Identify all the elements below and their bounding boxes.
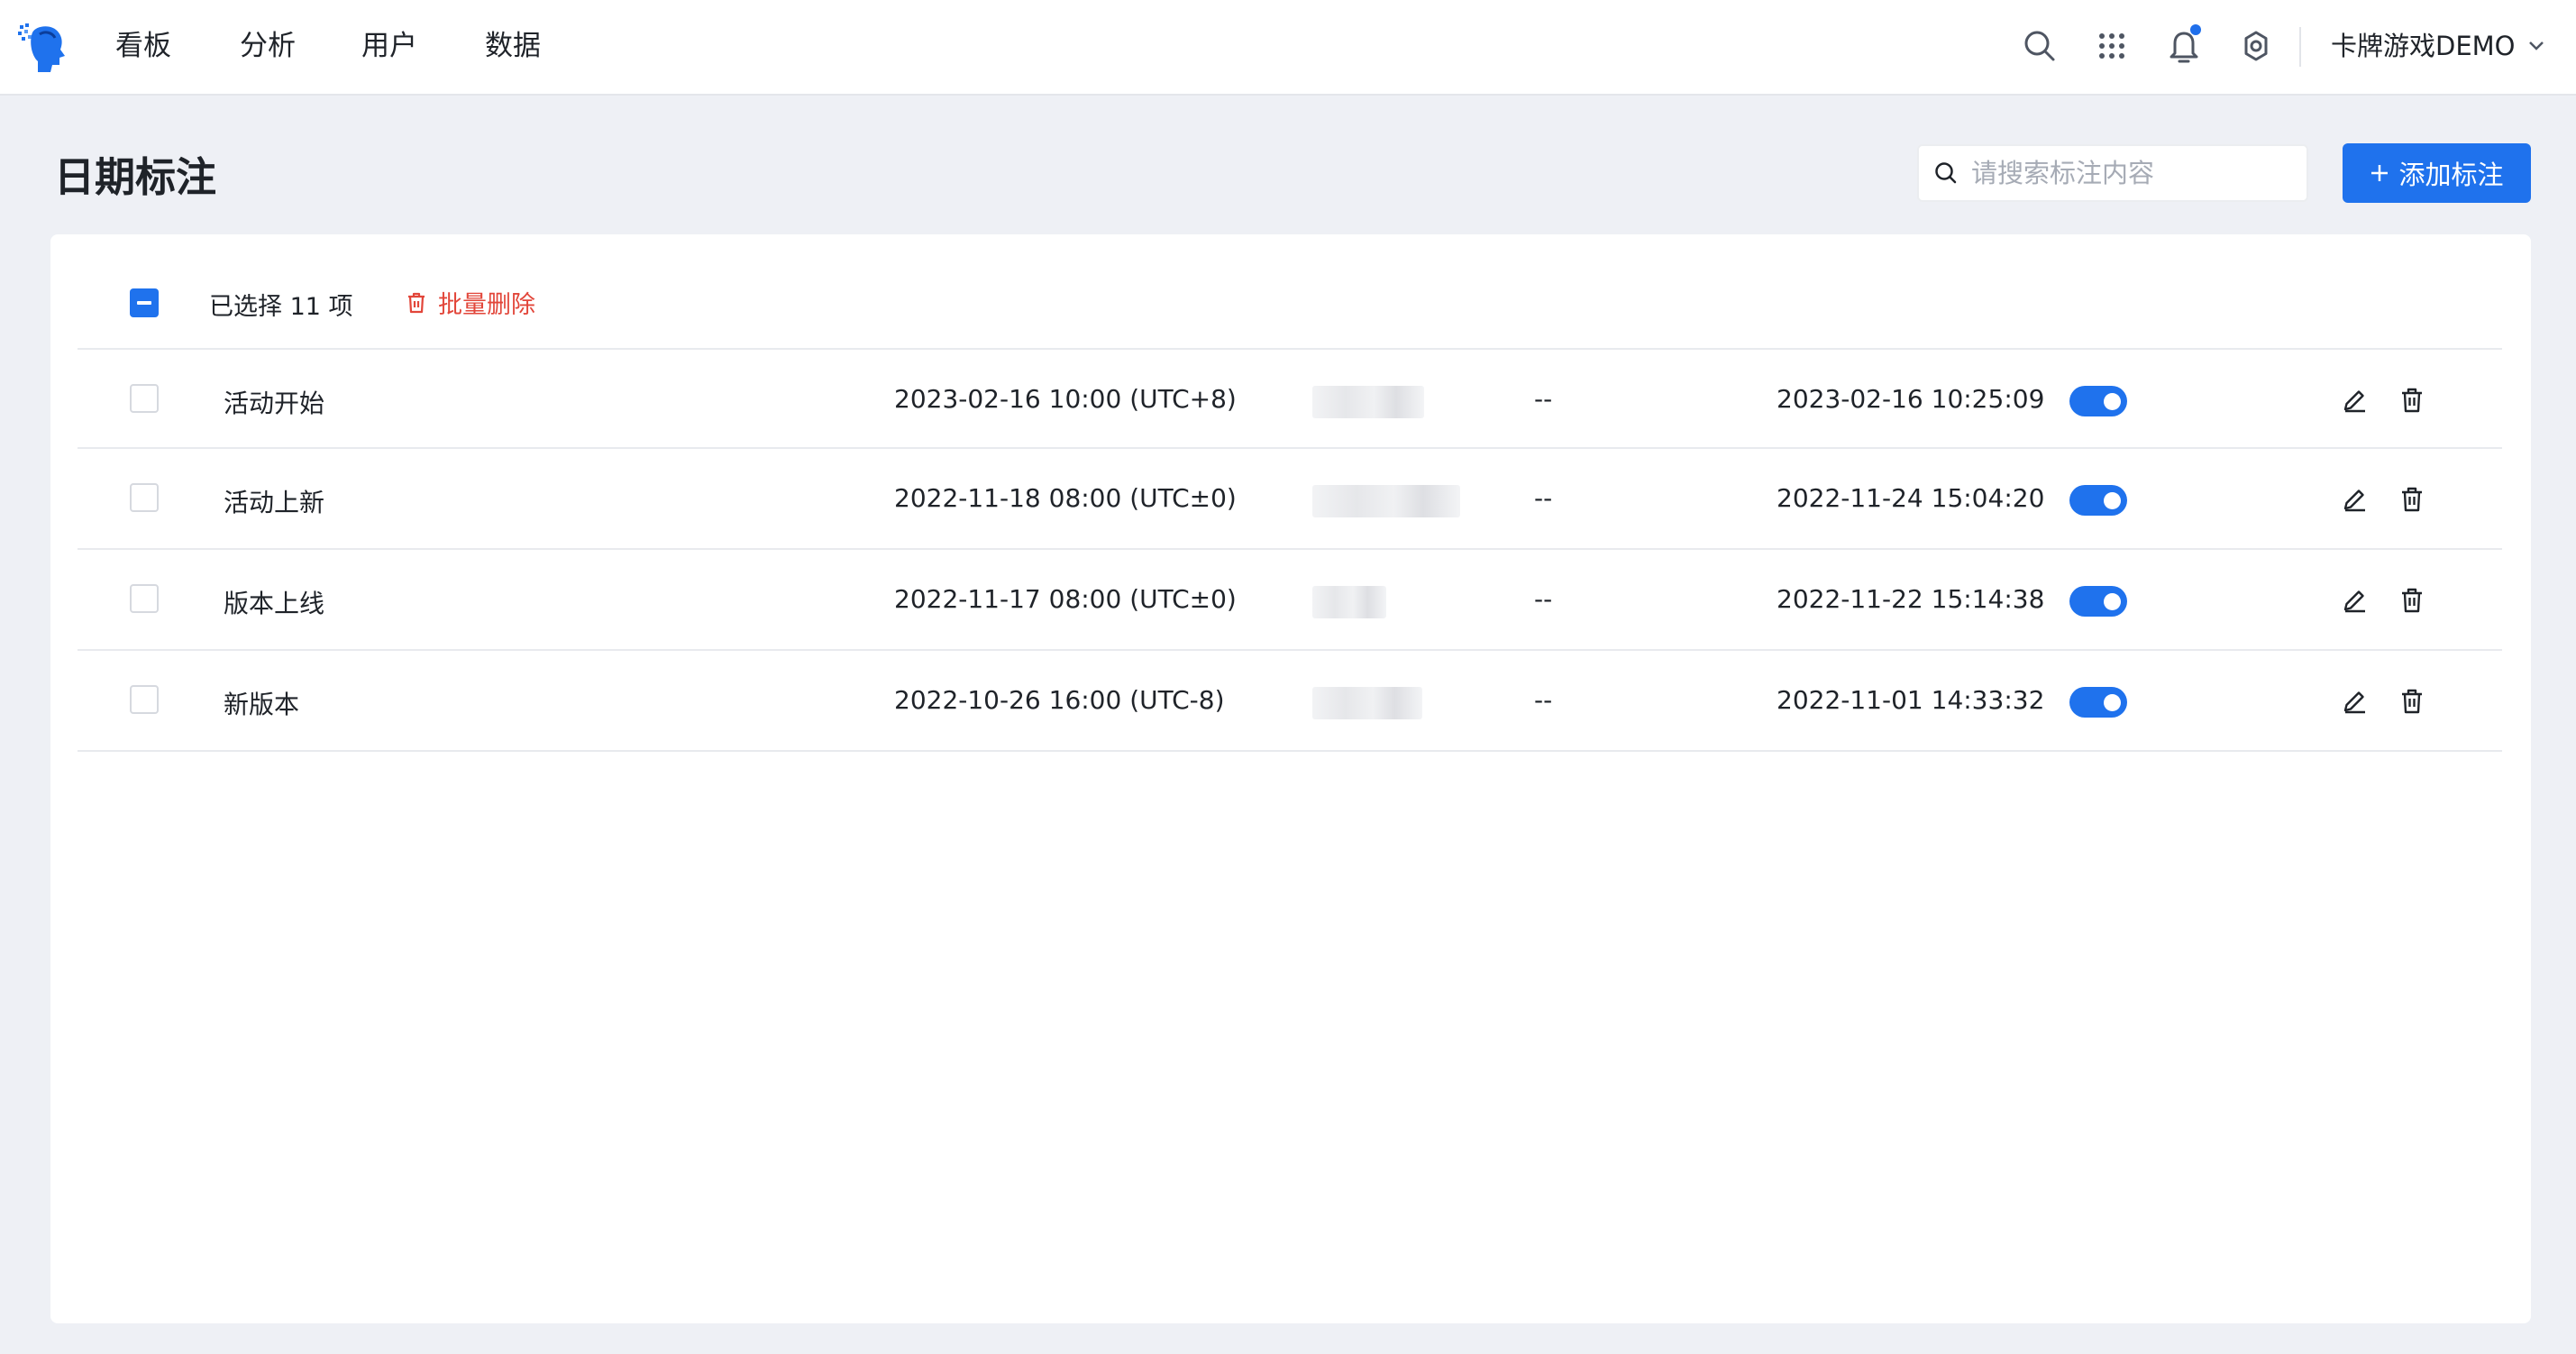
table-row: 活动上新 2022-11-18 08:00 (UTC±0) -- 2022-11… bbox=[78, 449, 2502, 548]
row-checkbox[interactable] bbox=[130, 685, 159, 714]
annotation-name: 版本上线 bbox=[224, 589, 325, 618]
add-annotation-button[interactable]: 添加标注 bbox=[2343, 143, 2531, 203]
edit-icon[interactable] bbox=[2336, 481, 2372, 517]
annotation-description: -- bbox=[1534, 685, 1553, 715]
annotation-description: -- bbox=[1534, 584, 1553, 614]
row-checkbox[interactable] bbox=[130, 584, 159, 613]
edit-icon[interactable] bbox=[2336, 683, 2372, 719]
gear-icon[interactable] bbox=[2235, 25, 2277, 67]
divider bbox=[78, 750, 2502, 752]
annotation-updated-time: 2023-02-16 10:25:09 bbox=[1777, 384, 2045, 414]
annotation-date: 2022-10-26 16:00 (UTC-8) bbox=[894, 685, 1225, 715]
page-title: 日期标注 bbox=[54, 153, 217, 201]
project-switcher[interactable]: 卡牌游戏DEMO bbox=[2331, 25, 2544, 67]
bulk-delete-label: 批量删除 bbox=[438, 291, 535, 319]
redacted-creator bbox=[1312, 386, 1424, 418]
enabled-toggle[interactable] bbox=[2069, 687, 2127, 718]
annotation-name: 新版本 bbox=[224, 690, 300, 719]
notification-dot bbox=[2190, 24, 2201, 35]
annotation-description: -- bbox=[1534, 483, 1553, 513]
project-name: 卡牌游戏DEMO bbox=[2331, 31, 2516, 61]
chevron-down-icon bbox=[2528, 41, 2544, 50]
selection-count: 已选择 11 项 bbox=[209, 293, 353, 321]
table-row: 版本上线 2022-11-17 08:00 (UTC±0) -- 2022-11… bbox=[78, 550, 2502, 649]
bell-icon[interactable] bbox=[2163, 24, 2205, 67]
search-icon bbox=[1935, 162, 1957, 184]
table-row: 活动开始 2023-02-16 10:00 (UTC+8) -- 2023-02… bbox=[78, 350, 2502, 449]
search-input[interactable] bbox=[1971, 158, 2296, 188]
redacted-creator bbox=[1312, 485, 1460, 517]
table-row: 新版本 2022-10-26 16:00 (UTC-8) -- 2022-11-… bbox=[78, 651, 2502, 750]
search-icon[interactable] bbox=[2019, 25, 2060, 67]
nav-item-data[interactable]: 数据 bbox=[485, 25, 541, 67]
annotation-updated-time: 2022-11-24 15:04:20 bbox=[1777, 483, 2045, 513]
delete-icon[interactable] bbox=[2394, 582, 2430, 618]
redacted-creator bbox=[1312, 586, 1386, 618]
redacted-creator bbox=[1312, 687, 1422, 719]
annotation-name: 活动开始 bbox=[224, 389, 325, 418]
bulk-delete-button[interactable]: 批量删除 bbox=[406, 285, 535, 320]
annotation-table-card: 已选择 11 项 批量删除 活动开始 2023-02-16 10:00 (UTC… bbox=[50, 234, 2531, 1323]
edit-icon[interactable] bbox=[2336, 582, 2372, 618]
row-checkbox[interactable] bbox=[130, 483, 159, 512]
nav-item-analysis[interactable]: 分析 bbox=[240, 25, 296, 67]
enabled-toggle[interactable] bbox=[2069, 386, 2127, 416]
plus-icon bbox=[2371, 165, 2389, 181]
nav-divider bbox=[2299, 27, 2301, 67]
nav-item-dashboard[interactable]: 看板 bbox=[115, 25, 171, 67]
annotation-name: 活动上新 bbox=[224, 488, 325, 517]
annotation-description: -- bbox=[1534, 384, 1553, 414]
enabled-toggle[interactable] bbox=[2069, 586, 2127, 617]
apps-grid-icon[interactable] bbox=[2091, 25, 2133, 67]
logo-icon[interactable] bbox=[16, 20, 70, 74]
annotation-updated-time: 2022-11-22 15:14:38 bbox=[1777, 584, 2045, 614]
edit-icon[interactable] bbox=[2336, 382, 2372, 418]
select-all-checkbox[interactable] bbox=[130, 288, 159, 317]
delete-icon[interactable] bbox=[2394, 683, 2430, 719]
search-box[interactable] bbox=[1917, 144, 2308, 202]
selection-bar: 已选择 11 项 批量删除 bbox=[50, 234, 2531, 350]
nav-item-users[interactable]: 用户 bbox=[361, 25, 417, 67]
add-annotation-label: 添加标注 bbox=[2398, 160, 2504, 190]
trash-icon bbox=[408, 292, 425, 313]
annotation-date: 2023-02-16 10:00 (UTC+8) bbox=[894, 384, 1237, 414]
annotation-date: 2022-11-18 08:00 (UTC±0) bbox=[894, 483, 1237, 513]
row-checkbox[interactable] bbox=[130, 384, 159, 413]
annotation-date: 2022-11-17 08:00 (UTC±0) bbox=[894, 584, 1237, 614]
top-navbar: 看板 分析 用户 数据 卡牌游戏DEMO bbox=[0, 0, 2576, 96]
enabled-toggle[interactable] bbox=[2069, 485, 2127, 516]
delete-icon[interactable] bbox=[2394, 382, 2430, 418]
annotation-updated-time: 2022-11-01 14:33:32 bbox=[1777, 685, 2045, 715]
delete-icon[interactable] bbox=[2394, 481, 2430, 517]
